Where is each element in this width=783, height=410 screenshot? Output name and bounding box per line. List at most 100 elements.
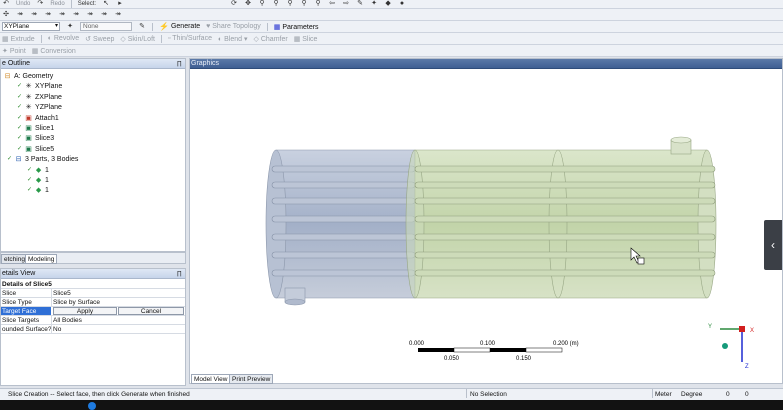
chamfer-button[interactable]: ◇ Chamfer: [254, 35, 288, 43]
sweep-button[interactable]: ↺ Sweep: [85, 35, 114, 43]
status-units-length[interactable]: Meter: [655, 389, 672, 400]
look-at-icon[interactable]: ⚲: [314, 0, 322, 8]
undo-button[interactable]: Undo: [16, 1, 30, 7]
redo-button[interactable]: Redo: [50, 1, 64, 7]
display-point-icon[interactable]: ●: [398, 0, 406, 8]
revolve-button[interactable]: ◐ Revolve: [48, 35, 79, 42]
progress-handle[interactable]: [88, 402, 96, 410]
tree-item[interactable]: ✓ ▣ Slice1: [17, 124, 54, 133]
pan-icon[interactable]: ✥: [244, 0, 252, 8]
details-group-header[interactable]: Details of Slice5: [1, 280, 185, 289]
redo-icon[interactable]: ↷: [36, 0, 44, 8]
details-key: ounded Surface?: [2, 326, 52, 333]
tree-item[interactable]: ✓ ⊟ 3 Parts, 3 Bodies: [7, 155, 78, 164]
new-plane-icon[interactable]: ✦: [66, 23, 74, 31]
model-viewport[interactable]: 0.000 0.100 0.200 (m) 0.050 0.150 Y X Z: [190, 70, 782, 373]
next-view-icon[interactable]: ⇨: [342, 0, 350, 8]
tube: [414, 181, 716, 189]
tree-item[interactable]: ✓ ◆ 1: [27, 166, 49, 175]
pin-icon[interactable]: ∏: [177, 269, 182, 279]
separator: [40, 34, 42, 43]
select-new-icon[interactable]: ↠: [100, 11, 108, 19]
previous-view-icon[interactable]: ⇦: [328, 0, 336, 8]
parameters-button[interactable]: ▦ Parameters: [274, 23, 319, 31]
cancel-button[interactable]: Cancel: [118, 307, 184, 315]
details-row-slice[interactable]: Slice Slice5: [1, 289, 185, 298]
details-row-bounded-surface[interactable]: ounded Surface? No: [1, 325, 185, 334]
zoom-out-icon[interactable]: ⚲: [300, 0, 308, 8]
point-button[interactable]: ✦ Point: [2, 47, 26, 55]
tree-item-label: Slice5: [35, 145, 55, 153]
tree-item[interactable]: ✓ ▣ Slice5: [17, 145, 54, 154]
plane-dropdown[interactable]: XYPlane ▾: [2, 22, 60, 31]
tree-item-label: 1: [45, 187, 49, 195]
details-group-label: Details of Slice5: [2, 281, 52, 288]
extrude-button[interactable]: ▦ Extrude: [2, 35, 35, 43]
details-key: Slice Type: [2, 299, 32, 306]
new-sketch-icon[interactable]: ✎: [138, 23, 146, 31]
details-row-slice-targets[interactable]: Slice Targets All Bodies: [1, 316, 185, 325]
details-key: Target Face: [2, 308, 37, 315]
select-point-icon[interactable]: ✣: [2, 11, 10, 19]
rotate-icon[interactable]: ⟳: [230, 0, 238, 8]
zoom-box-icon[interactable]: ⚲: [272, 0, 280, 8]
tree-item[interactable]: ✓ ▣ Attach1: [17, 114, 59, 123]
generate-button[interactable]: ⚡ Generate: [159, 22, 200, 31]
details-row-slice-type[interactable]: Slice Type Slice by Surface: [1, 298, 185, 307]
chevron-left-icon[interactable]: ‹: [764, 220, 782, 270]
tree-item[interactable]: ✓ ✳ YZPlane: [17, 103, 62, 112]
select-all-icon[interactable]: ↠: [86, 11, 94, 19]
slice-button[interactable]: ▦ Slice: [294, 35, 318, 43]
tree-item[interactable]: ✓ ✳ XYPlane: [17, 82, 62, 91]
conversion-button[interactable]: ▦ Conversion: [32, 47, 76, 55]
share-topology-button[interactable]: ♥ Share Topology: [206, 23, 261, 30]
tab-sketching[interactable]: etching: [1, 254, 28, 264]
scale-label-2: 0.200 (m): [553, 341, 579, 347]
skin-loft-button[interactable]: ◇ Skin/Loft: [120, 35, 155, 43]
tree-item[interactable]: ✓ ✳ ZXPlane: [17, 93, 62, 102]
tab-model-view[interactable]: Model View: [191, 374, 231, 384]
graphics-title: Graphics: [191, 60, 220, 67]
plane-dropdown-value: XYPlane: [4, 23, 30, 30]
tab-modeling[interactable]: Modeling: [25, 254, 58, 264]
separator: [160, 34, 162, 43]
expand-selection-icon[interactable]: ↠: [72, 11, 80, 19]
triad-iso-ball[interactable]: [722, 343, 728, 349]
isometric-icon[interactable]: ✎: [356, 0, 364, 8]
apply-button[interactable]: Apply: [53, 307, 117, 315]
revolve-label: Revolve: [53, 35, 80, 42]
blend-button[interactable]: ◐ Blend ▾: [218, 35, 248, 43]
select-extend-icon[interactable]: ↠: [58, 11, 66, 19]
zoom-icon[interactable]: ⚲: [258, 0, 266, 8]
select-label: Select:: [77, 1, 97, 7]
select-edge-icon[interactable]: ↠: [16, 11, 24, 19]
pin-icon[interactable]: ∏: [177, 59, 182, 69]
select-mode-icon[interactable]: ↖: [102, 0, 110, 8]
select-face-icon[interactable]: ↠: [30, 11, 38, 19]
select-body-icon[interactable]: ↠: [44, 11, 52, 19]
sketch-dropdown[interactable]: None: [80, 22, 132, 31]
display-model-icon[interactable]: ◆: [384, 0, 392, 8]
details-row-target-face[interactable]: Target Face Apply Cancel: [1, 307, 185, 316]
select-filter-icon[interactable]: ▸: [116, 0, 124, 8]
tab-print-preview[interactable]: Print Preview: [229, 374, 274, 384]
tree-item[interactable]: ✓ ▣ Slice3: [17, 134, 54, 143]
status-units-angle[interactable]: Degree: [681, 389, 702, 400]
green-body[interactable]: [405, 136, 717, 299]
blue-body[interactable]: [265, 149, 416, 306]
tree-item-label: XYPlane: [35, 83, 63, 91]
toolbar-points: ✦ Point ▦ Conversion: [0, 45, 783, 57]
axis-triad[interactable]: Y X Z: [708, 324, 754, 370]
tree-item[interactable]: ✓ ◆ 1: [27, 176, 49, 185]
display-plane-icon[interactable]: ✦: [370, 0, 378, 8]
undo-icon[interactable]: ↶: [2, 0, 10, 8]
tree-item[interactable]: ⊟ A: Geometry: [3, 72, 54, 81]
select-new-sketch-icon[interactable]: ↠: [114, 11, 122, 19]
details-header: etails View ∏: [1, 269, 185, 279]
blend-label: Blend: [224, 35, 243, 43]
tree-item[interactable]: ✓ ◆ 1: [27, 186, 49, 195]
thin-surface-button[interactable]: ▫ Thin/Surface: [168, 35, 212, 42]
scale-segment: [418, 348, 454, 352]
body-icon: ◆: [35, 166, 42, 174]
zoom-fit-icon[interactable]: ⚲: [286, 0, 294, 8]
